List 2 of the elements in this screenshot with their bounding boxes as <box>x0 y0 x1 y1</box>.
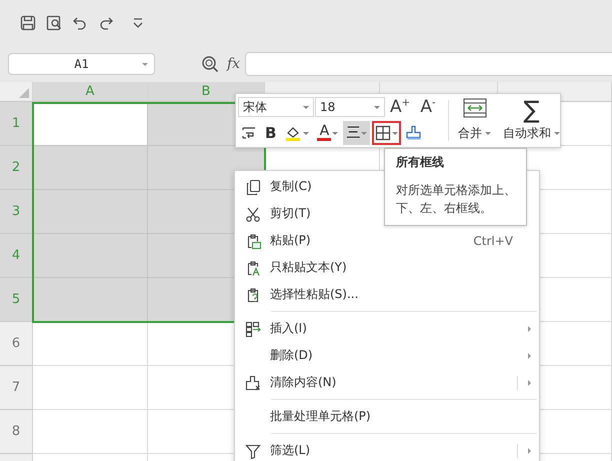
tooltip-text: 对所选单元格添加上、下、左、右框线。 <box>396 182 517 217</box>
tooltip-title: 所有框线 <box>396 154 445 171</box>
